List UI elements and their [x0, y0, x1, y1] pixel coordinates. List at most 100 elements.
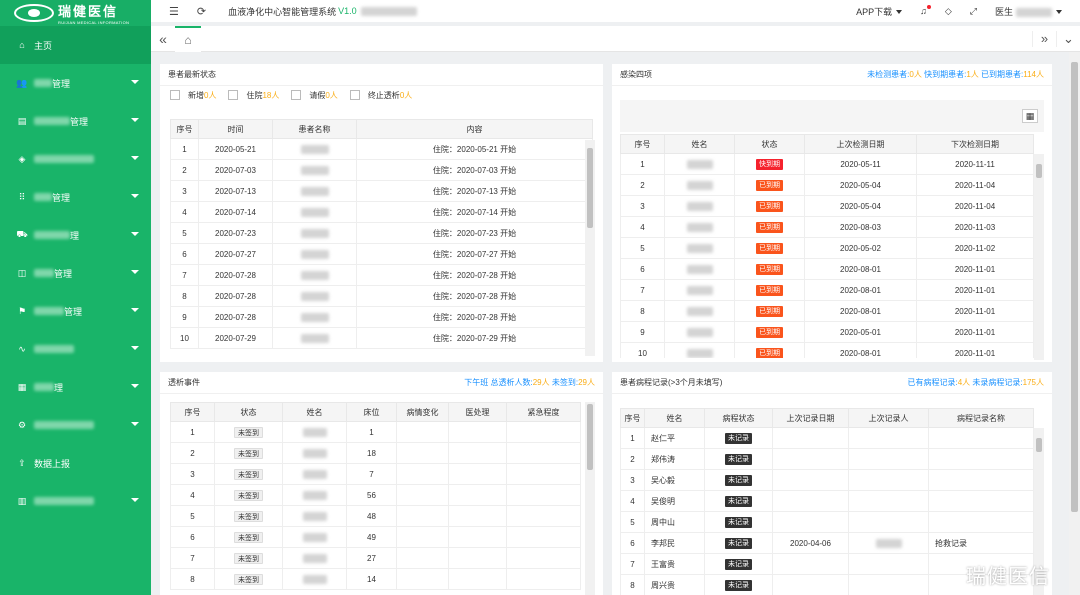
column-header[interactable]: 序号	[170, 119, 199, 139]
sidebar-item-4[interactable]: ⠿ 管理	[0, 178, 151, 216]
tab-home[interactable]: ⌂	[175, 25, 201, 52]
table-row[interactable]: 5 已到期 2020-05-02 2020-11-02	[620, 237, 1034, 259]
tab-menu-icon[interactable]: ⌄	[1056, 30, 1080, 47]
filter-1[interactable]: 住院18人	[228, 90, 279, 101]
column-header[interactable]: 上次记录人	[848, 408, 929, 428]
sidebar-item-9[interactable]: ▦ 理	[0, 368, 151, 406]
table-cell: 2020-11-04	[916, 174, 1034, 196]
sidebar-item-7[interactable]: ⚑ 管理	[0, 292, 151, 330]
table-row[interactable]: 5 未签到 48	[170, 505, 581, 527]
checkbox[interactable]	[170, 90, 180, 101]
table-row[interactable]: 3 吴心毅 未记录	[620, 469, 1034, 491]
scroll-right-icon[interactable]: »	[1032, 30, 1056, 47]
column-header[interactable]: 病程记录名称	[928, 408, 1034, 428]
sidebar-item-12[interactable]: ▥	[0, 482, 151, 520]
user-menu[interactable]: 医生	[995, 5, 1062, 18]
table-row[interactable]: 1 2020-05-21 住院：2020-05-21 开始	[170, 138, 593, 160]
sidebar-item-8[interactable]: ∿	[0, 330, 151, 368]
column-header[interactable]: 紧急程度	[506, 402, 581, 422]
table-row[interactable]: 1 赵仁平 未记录	[620, 427, 1034, 449]
table-row[interactable]: 1 快到期 2020-05-11 2020-11-11	[620, 153, 1034, 175]
column-header[interactable]: 下次检测日期	[916, 134, 1034, 154]
table-row[interactable]: 6 2020-07-27 住院：2020-07-27 开始	[170, 243, 593, 265]
sidebar-item-5[interactable]: ⛟ 理	[0, 216, 151, 254]
checkbox[interactable]	[349, 90, 360, 101]
table-row[interactable]: 8 未签到 14	[170, 568, 581, 590]
table-row[interactable]: 1 未签到 1	[170, 421, 581, 443]
column-header[interactable]: 患者名称	[272, 119, 357, 139]
filter-3[interactable]: 终止透析0人	[349, 90, 412, 101]
table-row[interactable]: 3 未签到 7	[170, 463, 581, 485]
column-header[interactable]: 序号	[620, 134, 665, 154]
checkbox[interactable]	[228, 90, 239, 101]
column-header[interactable]: 病程状态	[704, 408, 773, 428]
table-row[interactable]: 4 2020-07-14 住院：2020-07-14 开始	[170, 201, 593, 223]
status-cell: 未签到	[214, 484, 283, 506]
scrollbar[interactable]	[1034, 154, 1044, 360]
table-row[interactable]: 8 已到期 2020-08-01 2020-11-01	[620, 300, 1034, 322]
checkbox[interactable]	[291, 90, 302, 101]
column-header[interactable]: 上次检测日期	[804, 134, 917, 154]
column-header[interactable]: 姓名	[644, 408, 705, 428]
blurred-name	[300, 291, 329, 301]
scrollbar[interactable]	[585, 402, 595, 595]
sidebar-item-10[interactable]: ⚙	[0, 406, 151, 444]
sidebar-item-3[interactable]: ◈	[0, 140, 151, 178]
table-row[interactable]: 10 2020-07-29 住院：2020-07-29 开始	[170, 327, 593, 349]
filter-0[interactable]: 新增0人	[170, 90, 216, 101]
column-header[interactable]: 床位	[346, 402, 397, 422]
column-header[interactable]: 状态	[734, 134, 805, 154]
grid-export-icon[interactable]: ▦	[1022, 109, 1038, 123]
sidebar-item-6[interactable]: ◫ 管理	[0, 254, 151, 292]
page-scrollbar[interactable]	[1069, 52, 1080, 595]
column-header[interactable]: 时间	[198, 119, 273, 139]
table-row[interactable]: 2 未签到 18	[170, 442, 581, 464]
column-header[interactable]: 状态	[214, 402, 283, 422]
column-header[interactable]: 病情变化	[396, 402, 449, 422]
table-row[interactable]: 2 2020-07-03 住院：2020-07-03 开始	[170, 159, 593, 181]
table-row[interactable]: 9 2020-07-28 住院：2020-07-28 开始	[170, 306, 593, 328]
table-row[interactable]: 6 未签到 49	[170, 526, 581, 548]
table-row[interactable]: 5 周中山 未记录	[620, 511, 1034, 533]
column-header[interactable]: 上次记录日期	[772, 408, 849, 428]
table-cell: 2020-04-06	[772, 532, 849, 554]
column-header[interactable]: 内容	[356, 119, 593, 139]
sidebar-item-11[interactable]: ⇪ 数据上报	[0, 444, 151, 482]
table-row[interactable]: 4 已到期 2020-08-03 2020-11-03	[620, 216, 1034, 238]
table-row[interactable]: 4 吴俊明 未记录	[620, 490, 1034, 512]
sidebar-item-2[interactable]: ▤ 管理	[0, 102, 151, 140]
column-header[interactable]: 序号	[620, 408, 645, 428]
table-row[interactable]: 2 郑伟涛 未记录	[620, 448, 1034, 470]
bell-icon[interactable]: ♫	[920, 5, 931, 16]
table-row[interactable]: 7 未签到 27	[170, 547, 581, 569]
table-row[interactable]: 2 已到期 2020-05-04 2020-11-04	[620, 174, 1034, 196]
app-download-menu[interactable]: APP下载	[856, 5, 902, 18]
table-cell: 住院：2020-07-28 开始	[356, 264, 593, 286]
table-row[interactable]: 7 已到期 2020-08-01 2020-11-01	[620, 279, 1034, 301]
refresh-icon[interactable]: ⟳	[197, 5, 206, 18]
sidebar-item-1[interactable]: 👥 管理	[0, 64, 151, 102]
scroll-left-icon[interactable]: «	[151, 31, 175, 47]
column-header[interactable]: 姓名	[282, 402, 347, 422]
menu-toggle-icon[interactable]: ☰	[169, 5, 179, 18]
sidebar-item-0[interactable]: ⌂ 主页	[0, 26, 151, 64]
table-row[interactable]: 3 已到期 2020-05-04 2020-11-04	[620, 195, 1034, 217]
column-header[interactable]: 姓名	[664, 134, 735, 154]
table-row[interactable]: 3 2020-07-13 住院：2020-07-13 开始	[170, 180, 593, 202]
table-row[interactable]: 4 未签到 56	[170, 484, 581, 506]
tag-icon[interactable]: ◇	[945, 6, 952, 17]
table-row[interactable]: 5 2020-07-23 住院：2020-07-23 开始	[170, 222, 593, 244]
table-row[interactable]: 9 已到期 2020-05-01 2020-11-01	[620, 321, 1034, 343]
status-badge: 已到期	[756, 242, 783, 254]
table-row[interactable]: 6 已到期 2020-08-01 2020-11-01	[620, 258, 1034, 280]
table-row[interactable]: 10 已到期 2020-08-01 2020-11-01	[620, 342, 1034, 358]
column-header[interactable]: 医处理	[448, 402, 507, 422]
table-row[interactable]: 6 李邦民 未记录 2020-04-06 抢救记录	[620, 532, 1034, 554]
empty-cell	[506, 463, 581, 485]
filter-2[interactable]: 请假0人	[291, 90, 338, 101]
table-row[interactable]: 7 2020-07-28 住院：2020-07-28 开始	[170, 264, 593, 286]
scrollbar[interactable]	[585, 140, 595, 356]
column-header[interactable]: 序号	[170, 402, 215, 422]
fullscreen-icon[interactable]: ⤢	[970, 6, 977, 17]
table-row[interactable]: 8 2020-07-28 住院：2020-07-28 开始	[170, 285, 593, 307]
